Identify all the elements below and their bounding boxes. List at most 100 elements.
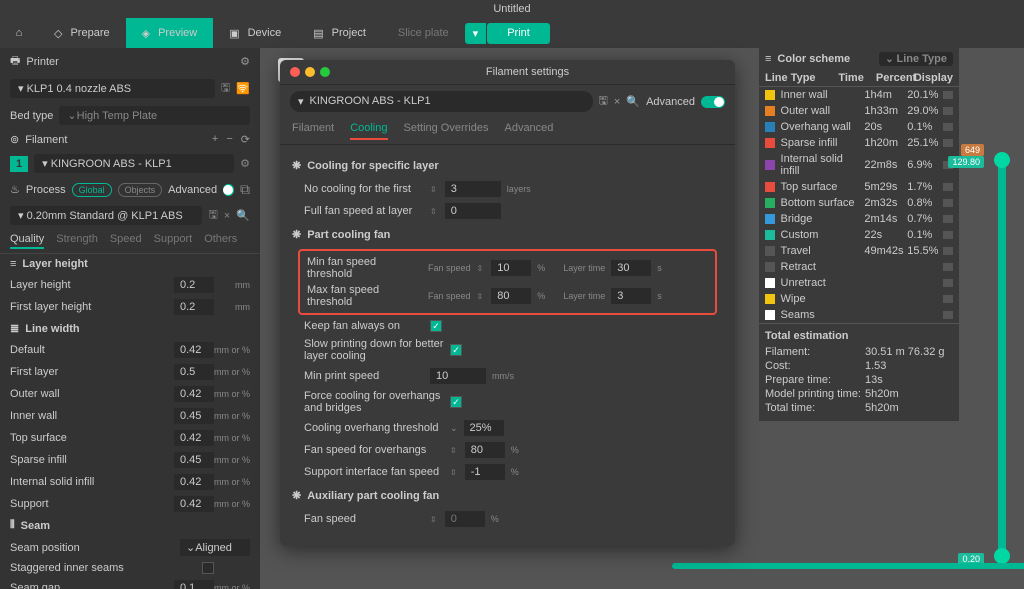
tab-project[interactable]: ▤Project bbox=[297, 18, 382, 48]
cooling-overhang-input[interactable]: 25% bbox=[464, 420, 504, 436]
line-type-name: Internal solid infill bbox=[781, 153, 865, 177]
print-button[interactable]: Print bbox=[487, 23, 550, 44]
lw-label: Default bbox=[10, 344, 174, 356]
tab-speed[interactable]: Speed bbox=[110, 233, 142, 249]
display-toggle[interactable] bbox=[943, 311, 953, 319]
tab-device[interactable]: ▣Device bbox=[213, 18, 297, 48]
fan-icon: ❋ bbox=[292, 159, 301, 172]
display-toggle[interactable] bbox=[943, 279, 953, 287]
delete-process-icon[interactable]: × bbox=[224, 210, 230, 222]
vslider-thumb-top[interactable] bbox=[994, 152, 1010, 168]
slow-print-checkbox[interactable]: ✓ bbox=[450, 344, 462, 356]
first-layer-height-input[interactable]: 0.2 bbox=[174, 299, 214, 315]
full-fan-input[interactable]: 0 bbox=[445, 203, 501, 219]
search-process-icon[interactable]: 🔍 bbox=[236, 209, 250, 222]
tab-prepare[interactable]: ◇Prepare bbox=[38, 18, 126, 48]
lw-input[interactable]: 0.42 bbox=[174, 496, 214, 512]
aux-fan-speed-input[interactable]: 0 bbox=[445, 511, 485, 527]
layer-height-input[interactable]: 0.2 bbox=[174, 277, 214, 293]
edit-filament-icon[interactable]: ⚙ bbox=[240, 157, 250, 170]
process-preset-dropdown[interactable]: ▾ 0.20mm Standard @ KLP1 ABS bbox=[10, 206, 202, 225]
sync-icon[interactable]: ⟳ bbox=[241, 133, 250, 146]
seam-gap-input[interactable]: 0.1 bbox=[174, 580, 214, 589]
lw-input[interactable]: 0.42 bbox=[174, 386, 214, 402]
filament-slot-badge[interactable]: 1 bbox=[10, 156, 28, 172]
display-toggle[interactable] bbox=[943, 199, 953, 207]
force-cooling-checkbox[interactable]: ✓ bbox=[450, 396, 462, 408]
line-type-pct: 20.1% bbox=[907, 89, 943, 101]
display-toggle[interactable] bbox=[943, 91, 953, 99]
maximize-icon[interactable] bbox=[320, 67, 330, 77]
min-layer-time-input[interactable]: 30 bbox=[611, 260, 651, 276]
compare-icon[interactable]: ⧉ bbox=[240, 181, 250, 198]
lw-input[interactable]: 0.45 bbox=[174, 408, 214, 424]
min-fan-speed-input[interactable]: 10 bbox=[491, 260, 531, 276]
display-toggle[interactable] bbox=[943, 263, 953, 271]
display-toggle[interactable] bbox=[943, 139, 953, 147]
display-toggle[interactable] bbox=[943, 247, 953, 255]
bed-type-dropdown[interactable]: ⌄High Temp Plate bbox=[59, 106, 250, 125]
layer-vertical-slider[interactable] bbox=[998, 158, 1006, 558]
dlg-tab-filament[interactable]: Filament bbox=[292, 122, 334, 140]
tab-strength[interactable]: Strength bbox=[56, 233, 98, 249]
printer-preset-dropdown[interactable]: ▾ KLP1 0.4 nozzle ABS bbox=[10, 79, 215, 98]
est-label: Cost: bbox=[765, 360, 865, 372]
color-scheme-panel: ≡Color scheme ⌄ Line Type Line Type Time… bbox=[759, 48, 959, 421]
line-type-time: 1h33m bbox=[864, 105, 907, 117]
lw-input[interactable]: 0.42 bbox=[174, 474, 214, 490]
support-interface-fan-input[interactable]: -1 bbox=[465, 464, 505, 480]
remove-filament-icon[interactable]: − bbox=[226, 133, 232, 146]
lw-label: Top surface bbox=[10, 432, 174, 444]
max-fan-speed-input[interactable]: 80 bbox=[491, 288, 531, 304]
lw-input[interactable]: 0.5 bbox=[174, 364, 214, 380]
global-chip[interactable]: Global bbox=[72, 183, 112, 197]
lw-input[interactable]: 0.42 bbox=[174, 430, 214, 446]
vslider-thumb-bottom[interactable] bbox=[994, 548, 1010, 564]
home-button[interactable]: ⌂ bbox=[0, 27, 38, 39]
filament-preset-dropdown[interactable]: ▾KINGROON ABS - KLP1 bbox=[290, 91, 593, 112]
close-icon[interactable] bbox=[290, 67, 300, 77]
fan-overhang-input[interactable]: 80 bbox=[465, 442, 505, 458]
dialog-advanced-toggle[interactable] bbox=[701, 96, 725, 108]
dlg-tab-overrides[interactable]: Setting Overrides bbox=[404, 122, 489, 140]
delete-icon[interactable]: × bbox=[614, 96, 620, 108]
lw-input[interactable]: 0.42 bbox=[174, 342, 214, 358]
tab-quality[interactable]: Quality bbox=[10, 233, 44, 249]
slice-plate-button[interactable]: Slice plate bbox=[382, 23, 465, 43]
objects-chip[interactable]: Objects bbox=[118, 183, 163, 197]
color-swatch bbox=[765, 310, 775, 320]
staggered-seams-checkbox[interactable] bbox=[202, 562, 214, 574]
min-print-speed-input[interactable]: 10 bbox=[430, 368, 486, 384]
tab-support[interactable]: Support bbox=[154, 233, 193, 249]
dlg-tab-advanced[interactable]: Advanced bbox=[504, 122, 553, 140]
display-toggle[interactable] bbox=[943, 231, 953, 239]
seam-position-dropdown[interactable]: ⌄Aligned bbox=[180, 539, 250, 556]
minimize-icon[interactable] bbox=[305, 67, 315, 77]
display-toggle[interactable] bbox=[943, 215, 953, 223]
keep-fan-on-checkbox[interactable]: ✓ bbox=[430, 320, 442, 332]
filament-dropdown[interactable]: ▾ KINGROON ABS - KLP1 bbox=[34, 154, 234, 173]
tab-preview[interactable]: ◈Preview bbox=[126, 18, 214, 48]
display-toggle[interactable] bbox=[943, 295, 953, 303]
wifi-icon[interactable]: 🛜 bbox=[236, 82, 250, 95]
color-scheme-dropdown[interactable]: ⌄ Line Type bbox=[879, 52, 953, 66]
print-menu-caret[interactable]: ▾ bbox=[465, 23, 487, 44]
add-filament-icon[interactable]: + bbox=[212, 133, 218, 146]
max-layer-time-input[interactable]: 3 bbox=[611, 288, 651, 304]
search-icon[interactable]: 🔍 bbox=[626, 95, 640, 108]
gear-icon[interactable]: ⚙ bbox=[240, 55, 250, 68]
save-icon[interactable]: 🖫 bbox=[221, 79, 230, 98]
save-icon[interactable]: 🖫 bbox=[599, 92, 608, 111]
display-toggle[interactable] bbox=[943, 123, 953, 131]
window-title: Untitled bbox=[0, 0, 1024, 18]
horizontal-moves-slider[interactable]: 1 bbox=[672, 563, 1024, 569]
no-cooling-input[interactable]: 3 bbox=[445, 181, 501, 197]
lw-input[interactable]: 0.45 bbox=[174, 452, 214, 468]
display-toggle[interactable] bbox=[943, 107, 953, 115]
save-process-icon[interactable]: 🖫 bbox=[208, 206, 217, 225]
advanced-toggle[interactable] bbox=[223, 184, 234, 196]
bed-type-label: Bed type bbox=[10, 110, 53, 122]
dlg-tab-cooling[interactable]: Cooling bbox=[350, 122, 387, 140]
tab-others[interactable]: Others bbox=[204, 233, 237, 249]
display-toggle[interactable] bbox=[943, 183, 953, 191]
